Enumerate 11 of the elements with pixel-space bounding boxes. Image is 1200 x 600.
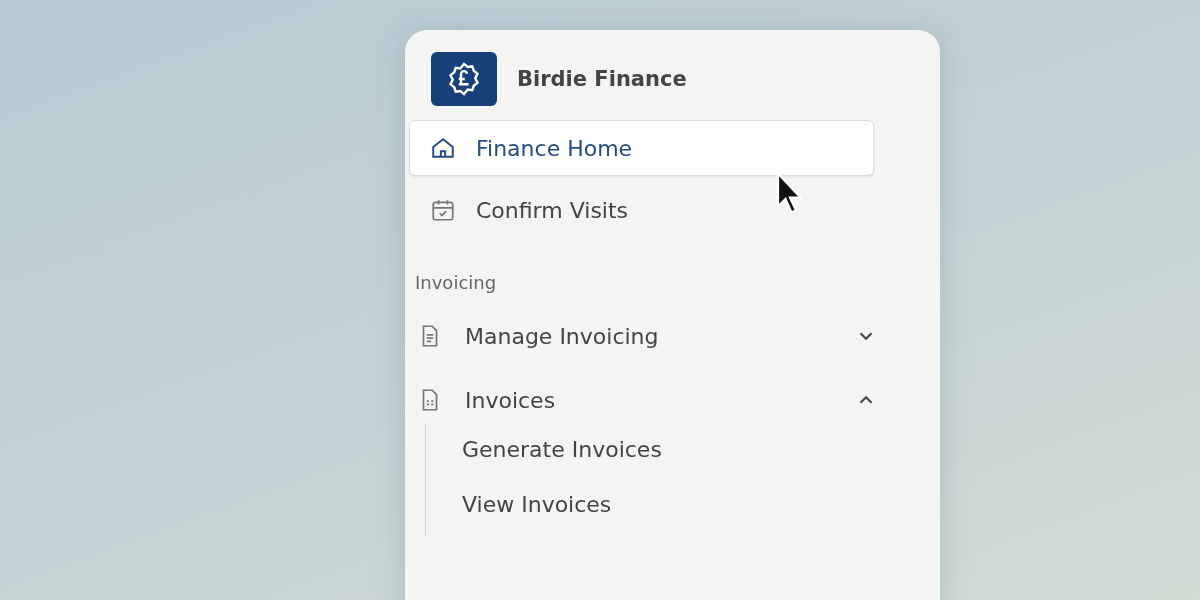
- nav-item[interactable]: Confirm Visits: [409, 182, 874, 238]
- pound-badge-logo: [431, 52, 497, 106]
- sub-nav-item[interactable]: Generate Invoices: [462, 437, 916, 462]
- nav-item[interactable]: Finance Home: [409, 120, 874, 176]
- section-heading: Invoicing: [415, 272, 498, 293]
- home-icon: [430, 135, 456, 161]
- nav-group-item[interactable]: Manage Invoicing: [417, 311, 887, 361]
- calendar-icon: [430, 197, 456, 223]
- nav-group-item[interactable]: Invoices: [417, 375, 887, 425]
- sub-nav-item[interactable]: View Invoices: [462, 492, 916, 517]
- brand-name: Birdie Finance: [517, 67, 687, 91]
